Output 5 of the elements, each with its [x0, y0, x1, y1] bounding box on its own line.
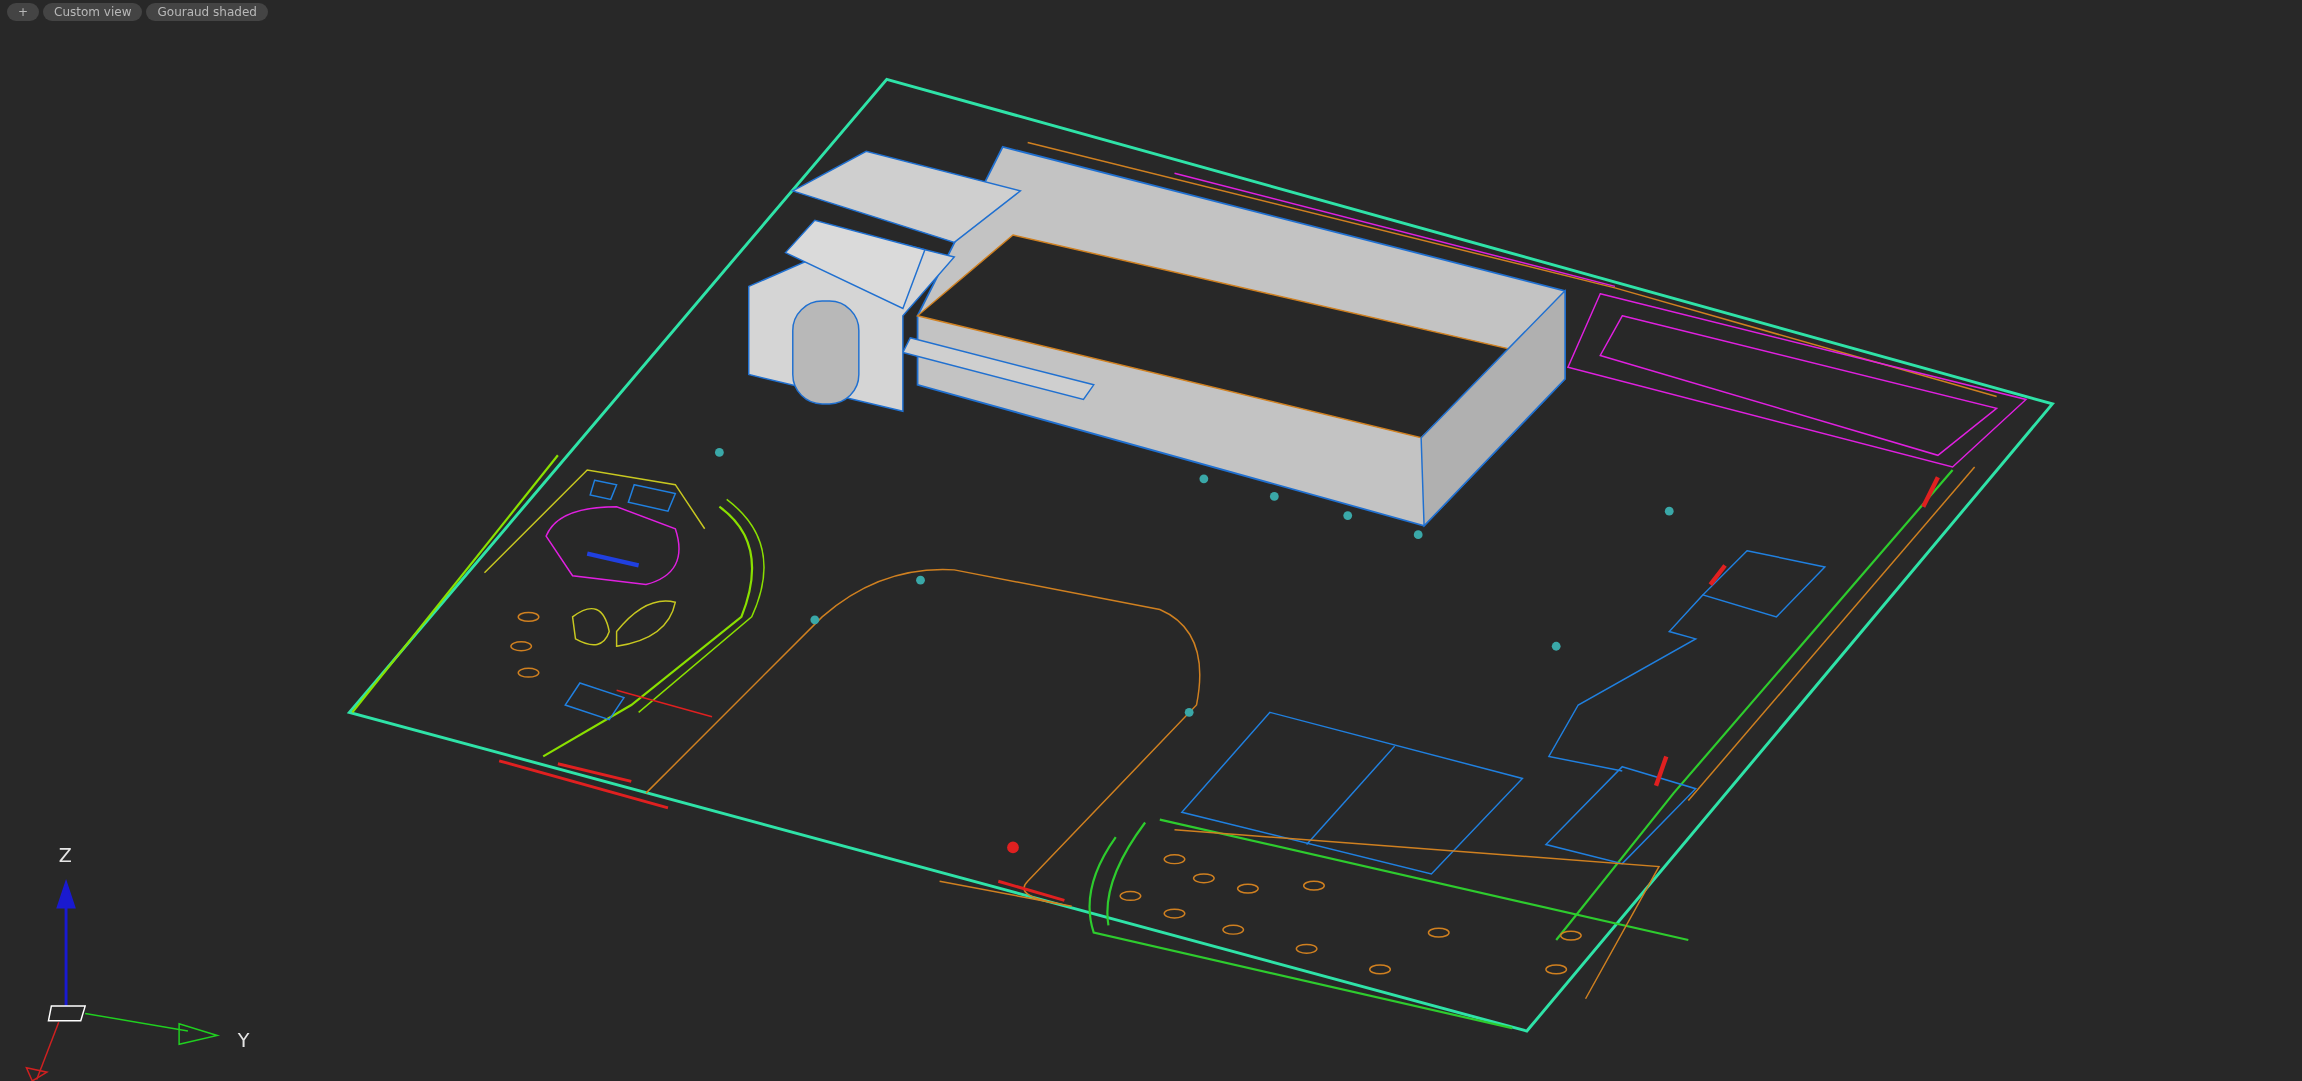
- axis-label: Z: [58, 844, 72, 867]
- axis-label: Y: [237, 1029, 250, 1052]
- view-option-button[interactable]: Custom view: [43, 3, 143, 21]
- view-option-button[interactable]: Gouraud shaded: [146, 3, 268, 21]
- view-option-button[interactable]: +: [7, 3, 40, 21]
